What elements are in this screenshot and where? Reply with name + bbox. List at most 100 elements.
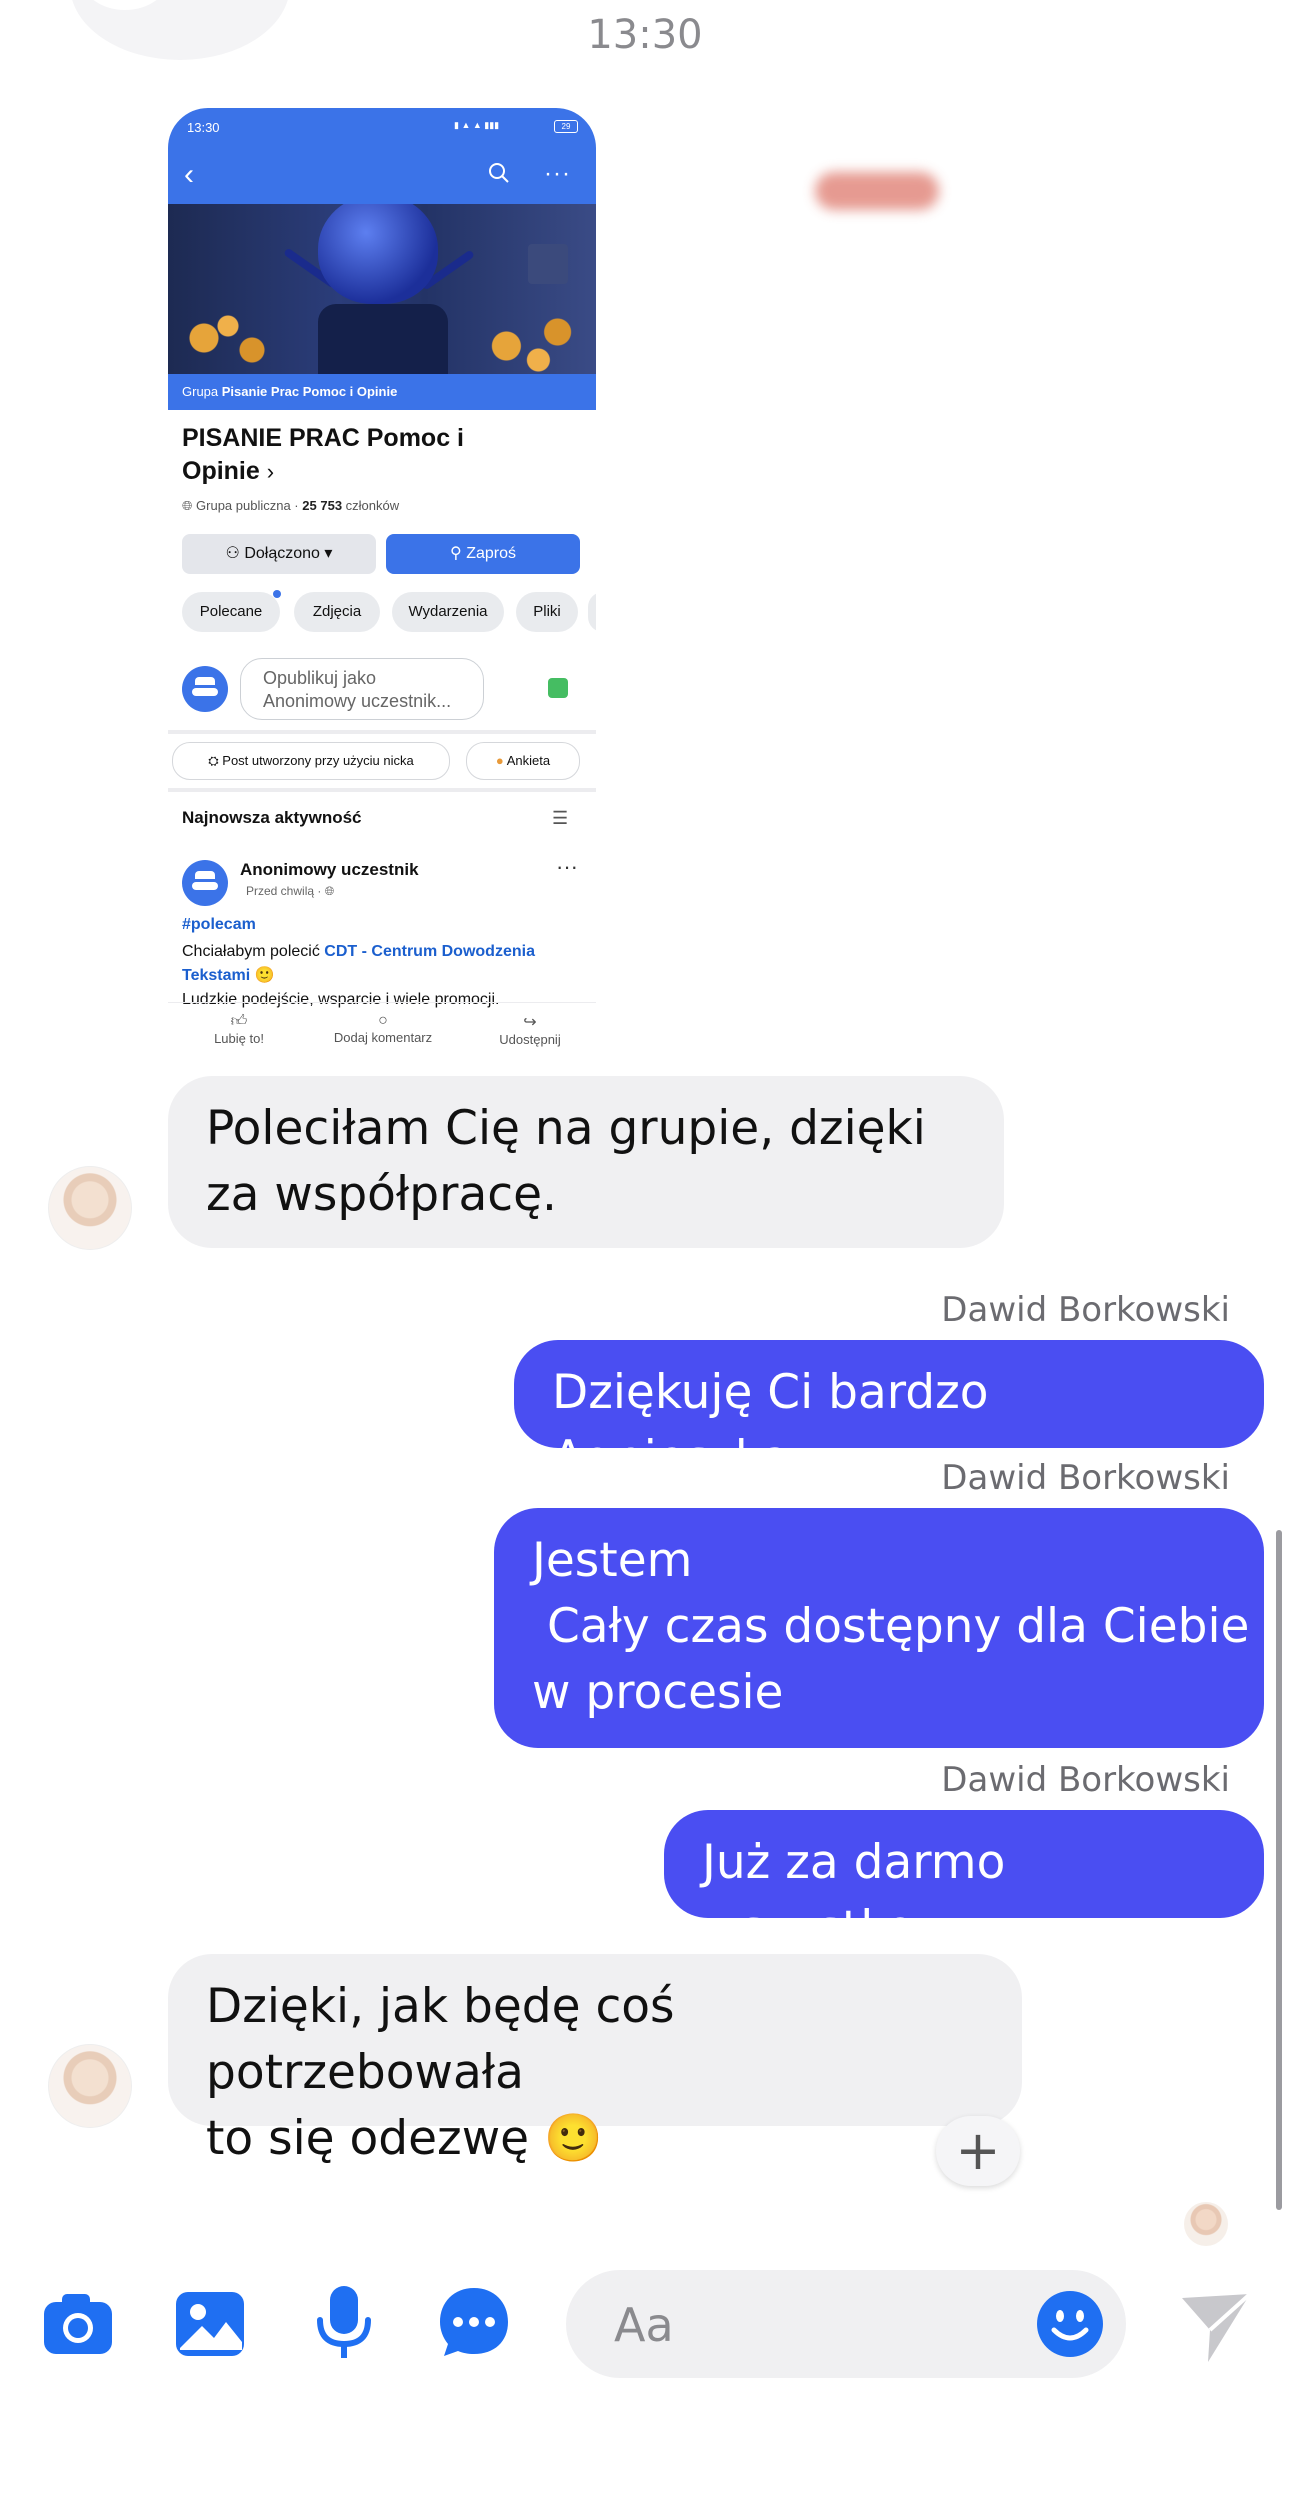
fb-tab-overflow	[588, 592, 596, 632]
fb-share-action: ↪ Udostępnij	[480, 1012, 580, 1047]
fb-publish-input: Opublikuj jako Anonimowy uczestnik...	[240, 658, 484, 720]
fb-post-text-2: Ludzkie podejście, wsparcie i wiele prom…	[182, 991, 500, 1008]
fb-signal-icons: ▮ ▲ ▲ ▮▮▮	[454, 120, 500, 130]
fb-back-icon: ‹	[184, 158, 194, 191]
send-icon[interactable]	[1178, 2290, 1254, 2366]
fb-search-icon	[489, 163, 509, 183]
fb-invite-label: Zaproś	[466, 545, 516, 562]
fb-post-emoji: 🙂	[254, 967, 275, 984]
fb-joined-label: Dołączono	[244, 545, 320, 562]
fb-battery-icon: 29	[554, 120, 578, 133]
fb-poll-icon: ●	[495, 753, 504, 768]
fb-group-meta: 🌐︎ Grupa publiczna · 25 753 członków	[182, 498, 399, 514]
message-input-placeholder: Aa	[614, 2298, 674, 2352]
message-line: Cały czas dostępny dla Ciebie	[532, 1599, 1250, 1654]
fb-tab-zdjecia: Zdjęcia	[294, 592, 380, 632]
seen-receipt-avatar	[1184, 2202, 1228, 2246]
add-reaction-button[interactable]: +	[936, 2116, 1020, 2186]
message-input[interactable]: Aa	[566, 2270, 1126, 2378]
fb-people-icon: ⚇	[225, 545, 240, 562]
fb-post-text-1: Chciałabym polecić	[182, 943, 320, 960]
emoji-icon[interactable]	[1036, 2290, 1104, 2358]
timestamp: 13:30	[587, 12, 703, 58]
scrollbar[interactable]	[1276, 1530, 1282, 2210]
fb-header	[168, 108, 596, 204]
anon-glasses	[192, 882, 218, 890]
fb-group-title-text: PISANIE PRAC Pomoc i Opinie	[182, 424, 464, 485]
gallery-icon[interactable]	[172, 2286, 248, 2362]
fb-post-globe-icon: 🌐︎	[324, 884, 335, 898]
cover-flowers	[468, 304, 596, 374]
fb-anon-avatar	[182, 666, 228, 712]
fb-chip-nick-label: Post utworzony przy użyciu nicka	[222, 753, 414, 768]
fb-separator	[168, 1002, 596, 1003]
fb-post-avatar	[182, 860, 228, 906]
message-bubble-incoming[interactable]: Dzięki, jak będę coś potrzebowała to się …	[168, 1954, 1022, 2166]
fb-chip-nick: ⛭ Post utworzony przy użyciu nicka	[172, 742, 450, 780]
fb-share-label: Udostępnij	[499, 1032, 561, 1047]
fb-status-time: 13:30	[187, 120, 220, 135]
anon-hat	[195, 677, 215, 685]
fb-comment-icon: ○	[378, 1012, 388, 1029]
fb-joined-button: ⚇ Dołączono ▾	[182, 534, 376, 574]
fb-separator	[168, 788, 596, 792]
fb-tab-pliki: Pliki	[516, 592, 578, 632]
fb-like-icon: 👍︎	[230, 1013, 248, 1030]
anon-glasses	[192, 688, 218, 696]
redaction-smudge	[815, 172, 939, 210]
fb-incognito-icon: ⛭	[208, 753, 219, 768]
fb-like-action: 👍︎ Lubię to!	[194, 1012, 284, 1046]
contact-avatar[interactable]	[48, 1166, 132, 1250]
cover-chair	[318, 304, 448, 374]
message-line: Dzięki, jak będę coś potrzebowała	[206, 1979, 675, 2100]
fb-post-author: Anonimowy uczestnik	[240, 860, 419, 879]
message-line: Jestem	[532, 1533, 693, 1588]
camera-icon[interactable]	[40, 2286, 116, 2362]
cover-lamp	[528, 244, 568, 284]
fb-comment-label: Dodaj komentarz	[333, 1030, 433, 1045]
anon-hat	[195, 871, 215, 879]
fb-like-label: Lubię to!	[214, 1031, 264, 1046]
message-bubble-outgoing[interactable]: Już za darmo wszystko	[664, 1810, 1264, 1956]
fb-caret-icon: ▾	[324, 545, 333, 562]
fb-more-icon: ···	[544, 160, 571, 187]
contact-avatar[interactable]	[48, 2044, 132, 2128]
fb-tab-wydarzenia: Wydarzenia	[392, 592, 504, 632]
chat-more-icon[interactable]	[436, 2284, 512, 2360]
fb-notification-dot	[273, 590, 281, 598]
message-bubble-outgoing[interactable]: Jestem Cały czas dostępny dla Ciebie w pr…	[494, 1508, 1264, 1748]
message-line: to się odezwę 🙂	[206, 2111, 603, 2166]
fb-members-word: członków	[345, 498, 400, 513]
fb-group-banner-prefix: Grupa	[182, 384, 219, 399]
fb-separator	[168, 730, 596, 734]
fb-invite-button: ⚲ Zaproś	[386, 534, 580, 574]
fb-cover-image	[168, 204, 596, 374]
fb-filter-icon: ☰	[552, 808, 569, 828]
fb-chip-poll: ● Ankieta	[466, 742, 580, 780]
microphone-icon[interactable]	[306, 2284, 382, 2360]
message-bubble-incoming[interactable]: Poleciłam Cię na grupie, dzięki za współ…	[168, 1076, 1004, 1248]
fb-group-visibility: Grupa publiczna ·	[196, 498, 299, 513]
fb-group-title: PISANIE PRAC Pomoc i Opinie ›	[182, 422, 502, 488]
fb-latest-activity: Najnowsza aktywność	[182, 808, 362, 827]
fb-add-person-icon: ⚲	[450, 545, 462, 562]
cover-flowers	[168, 314, 288, 374]
sender-name: Dawid Borkowski	[941, 1458, 1230, 1498]
fb-photo-icon	[548, 678, 568, 698]
fb-globe-icon: 🌐︎	[182, 498, 193, 513]
fb-chip-poll-label: Ankieta	[506, 753, 551, 768]
sender-name: Dawid Borkowski	[941, 1760, 1230, 1800]
shared-screenshot[interactable]: 13:30 ▮ ▲ ▲ ▮▮▮ 29 ‹ ··· Grupa Pisanie P…	[168, 108, 596, 1070]
fb-chevron-icon: ›	[266, 459, 275, 484]
fb-post-hashtag: #polecam	[182, 916, 256, 933]
message-line: w procesie	[532, 1665, 784, 1720]
sender-name: Dawid Borkowski	[941, 1290, 1230, 1330]
fb-post-more-icon: ···	[556, 854, 578, 879]
fb-comment-action: ○ Dodaj komentarz	[318, 1012, 448, 1045]
fb-group-banner-name: Pisanie Prac Pomoc i Opinie	[221, 384, 398, 399]
fb-members-count: 25 753	[302, 498, 343, 513]
fb-share-icon: ↪	[523, 1014, 537, 1031]
fb-post-time: Przed chwilą · 🌐︎	[246, 884, 334, 899]
message-bubble-outgoing[interactable]: Dziękuję Ci bardzo Agnieszka.	[514, 1340, 1264, 1486]
fb-group-banner: Grupa Pisanie Prac Pomoc i Opinie	[168, 374, 596, 410]
